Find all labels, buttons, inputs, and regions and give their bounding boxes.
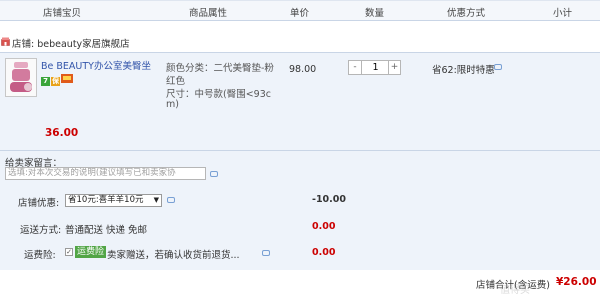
- guarantee-icon[interactable]: 保: [51, 77, 60, 86]
- product-title-link[interactable]: Be BEAUTY办公室美臀坐: [41, 58, 156, 70]
- shop-row: 店铺: bebeauty家居旗舰店: [0, 34, 600, 50]
- discount-info-icon[interactable]: [167, 197, 175, 203]
- insurance-amount: 0.00: [312, 247, 336, 258]
- attr-line-2: 红色: [166, 76, 186, 87]
- insurance-checkbox[interactable]: ✓: [65, 248, 73, 256]
- shipping-label: 运送方式:: [20, 225, 62, 236]
- quantity-stepper: - 1 +: [348, 60, 401, 75]
- promo-label: 省62:限时特惠: [432, 65, 495, 76]
- insurance-label: 运费险:: [24, 250, 56, 261]
- seven-day-return-icon[interactable]: 7: [41, 77, 50, 86]
- discount-amount: -10.00: [312, 194, 346, 205]
- attr-line-4: m): [166, 99, 179, 110]
- insurance-info-icon[interactable]: [262, 250, 270, 256]
- insurance-text: 卖家赠送，若确认收货前退货...: [107, 250, 240, 261]
- promo-info-icon[interactable]: [494, 64, 502, 70]
- service-badges: 7保: [41, 74, 74, 86]
- cart-table-header: 店铺宝贝 商品属性 单价 数量 优惠方式 小计: [0, 0, 600, 21]
- header-discount: 优惠方式: [447, 8, 486, 19]
- product-image: [6, 59, 36, 96]
- quantity-input[interactable]: 1: [363, 61, 388, 74]
- shop-discount-select[interactable]: 省10元:喜羊羊10元 ▼: [65, 194, 162, 207]
- item-subtotal: 36.00: [45, 127, 79, 139]
- header-unit-price: 单价: [290, 8, 310, 19]
- order-options: 给卖家留言： 选填:对本次交易的说明(建议填写已和卖家协 店铺优惠: 省10元:…: [0, 150, 600, 270]
- attr-line-1: 颜色分类：二代美臀垫-粉: [166, 63, 274, 74]
- shop-discount-label: 店铺优惠:: [18, 198, 60, 209]
- shop-total-row: 店铺合计(含运费) ¥26.00 值得买: [0, 271, 600, 296]
- shop-icon: [1, 37, 10, 46]
- header-quantity: 数量: [365, 8, 385, 19]
- header-shop-item: 店铺宝贝: [43, 8, 82, 19]
- watermark: 值得买: [500, 285, 530, 296]
- insurance-tag: 运费险: [75, 246, 107, 258]
- header-attributes: 商品属性: [189, 8, 228, 19]
- shop-discount-value: 省10元:喜羊羊10元: [68, 195, 144, 205]
- message-info-icon[interactable]: [210, 171, 218, 177]
- attr-line-3: 尺寸：中号款(臀围<93c: [166, 89, 271, 100]
- header-subtotal: 小计: [553, 8, 573, 19]
- product-thumbnail[interactable]: [5, 58, 37, 97]
- quantity-decrease-button[interactable]: -: [349, 61, 362, 74]
- shipping-amount: 0.00: [312, 221, 336, 232]
- cart-item-row: Be BEAUTY办公室美臀坐 7保 颜色分类：二代美臀垫-粉 红色 尺寸：中号…: [0, 52, 600, 150]
- shop-name[interactable]: 店铺: bebeauty家居旗舰店: [12, 36, 130, 50]
- invoice-icon[interactable]: [61, 74, 73, 83]
- shipping-method: 普通配送 快递 免邮: [65, 225, 148, 236]
- shop-total-amount: ¥26.00: [556, 276, 597, 288]
- quantity-increase-button[interactable]: +: [388, 61, 400, 74]
- seller-message-input[interactable]: 选填:对本次交易的说明(建议填写已和卖家协: [5, 167, 206, 180]
- chevron-down-icon: ▼: [153, 196, 159, 204]
- unit-price: 98.00: [289, 64, 317, 75]
